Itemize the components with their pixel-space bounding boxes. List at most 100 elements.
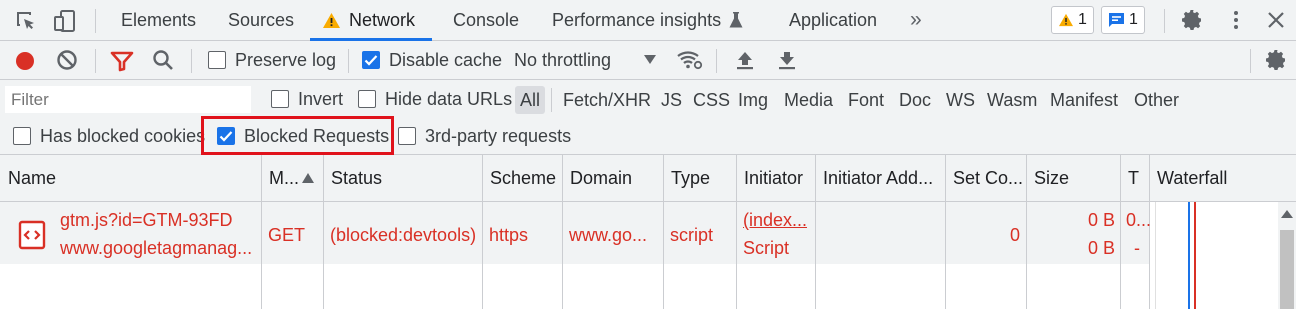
tab-sources[interactable]: Sources [228,0,294,40]
warnings-badge[interactable]: 1 [1051,6,1094,34]
checkmark-icon [219,131,233,142]
column-header-status[interactable]: Status [323,155,482,202]
inspect-element-icon[interactable] [14,9,38,33]
load-event-line [1194,202,1196,309]
column-header-size[interactable]: Size [1026,155,1120,202]
filter-type-media[interactable]: Media [779,86,838,114]
network-conditions-icon[interactable] [676,48,704,72]
filter-type-manifest[interactable]: Manifest [1045,86,1123,114]
column-header-label: Initiator [744,167,804,188]
third-party-requests-checkbox[interactable] [398,127,416,145]
vertical-scrollbar[interactable] [1278,202,1296,309]
request-name: gtm.js?id=GTM-93FD [60,210,233,230]
search-icon[interactable] [152,49,174,71]
waterfall-gridline [1155,202,1156,309]
more-options-icon[interactable] [1226,9,1246,31]
clear-icon[interactable] [56,49,78,71]
request-time: 0... [1126,210,1152,230]
disable-cache-checkbox[interactable] [362,51,380,69]
filter-type-other[interactable]: Other [1129,86,1184,114]
column-header-method[interactable]: M... [261,155,323,202]
blocked-requests-label: Blocked Requests [244,126,390,146]
filter-input[interactable] [5,86,251,113]
column-header-label: T [1128,167,1139,188]
tab-sources-label: Sources [228,9,295,30]
messages-badge[interactable]: 1 [1101,6,1145,34]
device-toolbar-icon[interactable] [52,8,78,34]
tab-network[interactable]: Network [322,0,415,40]
column-header-label: Name [8,167,57,188]
column-header-set-cookies[interactable]: Set Co... [945,155,1026,202]
table-row[interactable]: gtm.js?id=GTM-93FD www.googletagmanag...… [0,202,1152,264]
column-header-label: Type [671,167,711,188]
column-header-initiator[interactable]: Initiator [736,155,815,202]
filter-type-fetch-xhr[interactable]: Fetch/XHR [558,86,656,114]
filter-funnel-icon[interactable] [110,50,134,72]
column-header-waterfall[interactable]: Waterfall [1149,155,1296,202]
scrollbar-thumb[interactable] [1280,230,1294,309]
filter-type-ws[interactable]: WS [941,86,980,114]
dropdown-arrow-icon[interactable] [644,55,656,65]
request-set-cookies: 0 [1010,225,1021,245]
column-header-name[interactable]: Name [0,155,261,202]
column-header-type[interactable]: Type [663,155,736,202]
filter-type-doc[interactable]: Doc [894,86,936,114]
column-header-domain[interactable]: Domain [562,155,663,202]
export-har-icon[interactable] [777,49,797,71]
settings-gear-icon[interactable] [1180,8,1204,32]
hide-data-urls-checkbox[interactable] [358,90,376,108]
network-request-table: Name M... Status Scheme Domain Type Init… [0,155,1296,309]
column-header-initiator-address[interactable]: Initiator Add... [815,155,945,202]
column-header-scheme[interactable]: Scheme [482,155,562,202]
blocked-requests-checkbox[interactable] [217,127,235,145]
network-settings-gear-icon[interactable] [1264,48,1288,72]
message-icon [1108,12,1125,28]
filter-type-font[interactable]: Font [843,86,889,114]
close-icon[interactable] [1266,10,1286,30]
has-blocked-cookies-checkbox[interactable] [13,127,31,145]
tab-console[interactable]: Console [453,0,519,40]
tab-elements-label: Elements [121,9,197,30]
scroll-up-arrow-icon[interactable] [1281,210,1293,218]
invert-label: Invert [298,89,344,109]
record-icon[interactable] [14,50,36,72]
column-header-label: Domain [570,167,633,188]
filter-type-js[interactable]: JS [656,86,687,114]
column-header-label: Scheme [490,167,557,188]
warning-icon [1058,13,1074,27]
tab-application-label: Application [789,9,878,30]
column-header-label: Status [331,167,383,188]
import-har-icon[interactable] [735,49,755,71]
request-initiator-link[interactable]: (index... [743,210,807,231]
filter-type-css[interactable]: CSS [688,86,735,114]
hide-data-urls-label: Hide data URLs [385,89,513,109]
toolbar-divider [348,49,349,73]
filter-type-wasm[interactable]: Wasm [982,86,1042,114]
filter-type-img[interactable]: Img [733,86,773,114]
column-header-label: Initiator Add... [823,167,934,188]
column-header-time[interactable]: T [1120,155,1149,202]
request-path: www.googletagmanag... [60,238,253,258]
more-tabs-button[interactable]: » [910,0,922,40]
has-blocked-cookies-label: Has blocked cookies [40,126,206,146]
tab-elements[interactable]: Elements [121,0,196,40]
invert-checkbox[interactable] [271,90,289,108]
throttling-select[interactable]: No throttling [514,50,611,71]
warning-icon [322,12,341,29]
request-type: script [670,225,714,245]
dom-content-loaded-line [1188,202,1190,309]
tabbar-divider [1164,9,1165,33]
warnings-count: 1 [1078,11,1087,28]
sort-ascending-icon [302,172,314,183]
request-method: GET [268,225,306,245]
script-file-icon [18,220,46,250]
more-tabs-label: » [910,8,922,31]
request-size-transferred: 0 B [1088,210,1116,230]
experiment-flask-icon [729,11,743,29]
network-toolbar: Preserve log Disable cache No throttling [0,41,1296,80]
filter-type-all[interactable]: All [515,86,546,114]
column-header-label: Size [1034,167,1070,188]
tab-application[interactable]: Application [789,0,877,40]
preserve-log-checkbox[interactable] [208,51,226,69]
tab-performance-insights[interactable]: Performance insights [552,0,743,40]
